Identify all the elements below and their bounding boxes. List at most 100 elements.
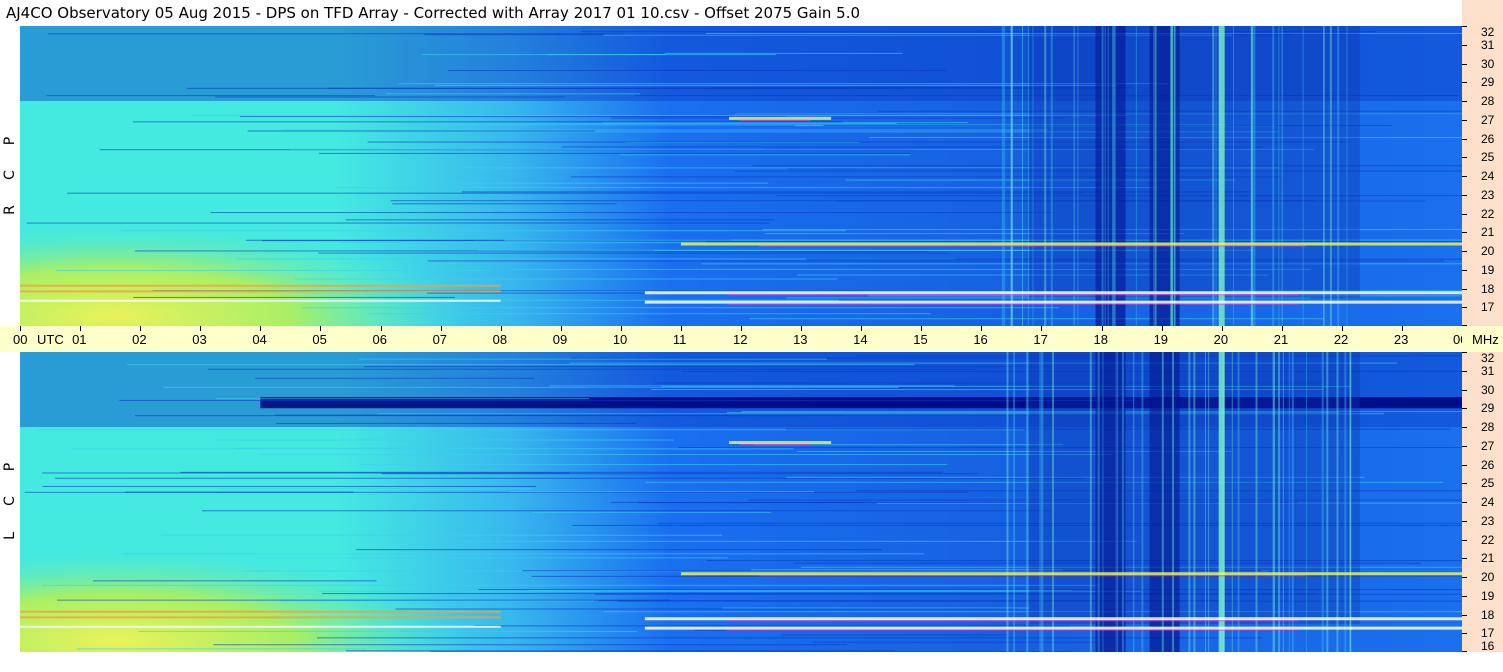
noise-line	[67, 192, 1084, 194]
time-tick-label: 09	[552, 332, 568, 347]
frequency-tick-label: 17	[1481, 626, 1495, 641]
spike-line	[759, 575, 1306, 577]
time-tick-label: 05	[312, 332, 327, 347]
frequency-tick	[1462, 427, 1467, 428]
time-tick	[1341, 326, 1343, 331]
frequency-tick	[1462, 176, 1467, 177]
vertical-line	[1282, 352, 1284, 652]
time-tick-label: 18	[1093, 332, 1108, 347]
frequency-tick	[1462, 82, 1467, 84]
frequency-tick	[1462, 408, 1467, 410]
rcp-heatmap	[20, 26, 1462, 326]
noise-line	[126, 364, 915, 366]
noise-line	[295, 278, 838, 280]
noise-line	[163, 386, 899, 388]
bright-vertical-line	[1218, 26, 1225, 326]
time-tick	[380, 326, 382, 331]
bright-horizontal-band	[644, 300, 1462, 304]
frequency-tick-label: 23	[1481, 187, 1495, 202]
frequency-tick-label: 17	[1481, 300, 1495, 315]
noise-line	[749, 318, 1325, 320]
lcp-spectrogram	[20, 352, 1462, 652]
noise-line	[447, 69, 947, 71]
vertical-line	[1101, 26, 1104, 326]
noise-line	[161, 534, 722, 536]
vertical-line	[1291, 352, 1294, 652]
spike-line	[759, 245, 1306, 247]
noise-line	[247, 130, 596, 132]
noise-line	[751, 569, 1063, 571]
daytime-glow	[20, 116, 814, 326]
vertical-line	[1231, 352, 1233, 652]
noise-line	[125, 491, 354, 493]
vertical-line	[1032, 26, 1034, 326]
noise-line	[92, 580, 377, 582]
noise-line	[76, 648, 367, 650]
noise-line	[132, 121, 843, 123]
bright-horizontal-band	[644, 617, 1462, 621]
time-tick	[80, 326, 82, 331]
chart-title: AJ4CO Observatory 05 Aug 2015 - DPS on T…	[6, 4, 861, 22]
vertical-line	[1113, 26, 1116, 326]
vertical-line	[1306, 352, 1308, 652]
vertical-line	[1104, 26, 1106, 326]
spike-line	[726, 294, 1299, 296]
time-tick-label: 08	[492, 332, 508, 347]
noise-line	[235, 447, 512, 449]
noise-line	[780, 634, 1008, 636]
noise-line	[202, 510, 1052, 512]
noise-line	[381, 473, 978, 475]
time-tick	[921, 326, 923, 331]
frequency-tick	[1462, 558, 1467, 560]
frequency-tick-label: 24	[1481, 169, 1495, 183]
time-tick	[1101, 326, 1103, 331]
noise-line	[430, 651, 1073, 652]
vertical-line	[1278, 26, 1280, 326]
afternoon-shade	[1029, 26, 1360, 298]
time-tick	[801, 326, 803, 331]
vertical-line	[1208, 352, 1210, 652]
frequency-tick	[1462, 539, 1467, 541]
time-tick-label: 17	[1033, 332, 1048, 347]
rcp-letter-p: P	[2, 136, 18, 146]
noise-line	[239, 116, 787, 118]
time-axis-unit: UTC	[37, 332, 64, 347]
vertical-line	[1344, 352, 1347, 652]
bright-horizontal-band	[644, 626, 1462, 630]
lcp-polarization-label: P C L	[0, 352, 20, 652]
frequency-tick	[1462, 389, 1467, 391]
time-tick-label: 19	[1153, 332, 1169, 347]
frequency-tick	[1462, 232, 1467, 234]
vertical-line	[1251, 26, 1254, 326]
vertical-line	[1272, 26, 1275, 326]
frequency-tick-label: 19	[1481, 262, 1495, 277]
vertical-line	[1027, 26, 1029, 326]
vertical-line	[1077, 26, 1079, 326]
vertical-line	[1135, 26, 1137, 326]
vertical-line	[1171, 26, 1174, 326]
rcp-polarization-label: P C R	[0, 26, 20, 326]
vertical-line	[1001, 26, 1004, 326]
daytime-band	[20, 625, 501, 628]
time-tick	[140, 326, 142, 331]
vertical-line	[1153, 26, 1155, 326]
noise-line	[46, 95, 375, 97]
lcp-letter-c: C	[2, 496, 18, 506]
noise-line	[210, 212, 1055, 214]
vertical-line	[1336, 352, 1339, 652]
frequency-tick-label: 21	[1481, 225, 1495, 240]
noise-line	[360, 464, 948, 466]
bright-vertical-line	[1218, 352, 1225, 652]
vertical-line	[1288, 352, 1290, 652]
time-tick	[500, 326, 502, 331]
vertical-line	[1010, 26, 1013, 326]
frequency-tick	[1462, 194, 1467, 196]
vertical-line	[1278, 352, 1281, 652]
frequency-tick-label: 19	[1481, 588, 1495, 603]
noise-line	[119, 399, 1135, 401]
time-tick-label: 00	[13, 332, 28, 347]
spike-line	[739, 119, 811, 121]
noise-line	[57, 599, 670, 601]
noise-line	[275, 422, 637, 424]
vertical-line	[1329, 26, 1332, 326]
